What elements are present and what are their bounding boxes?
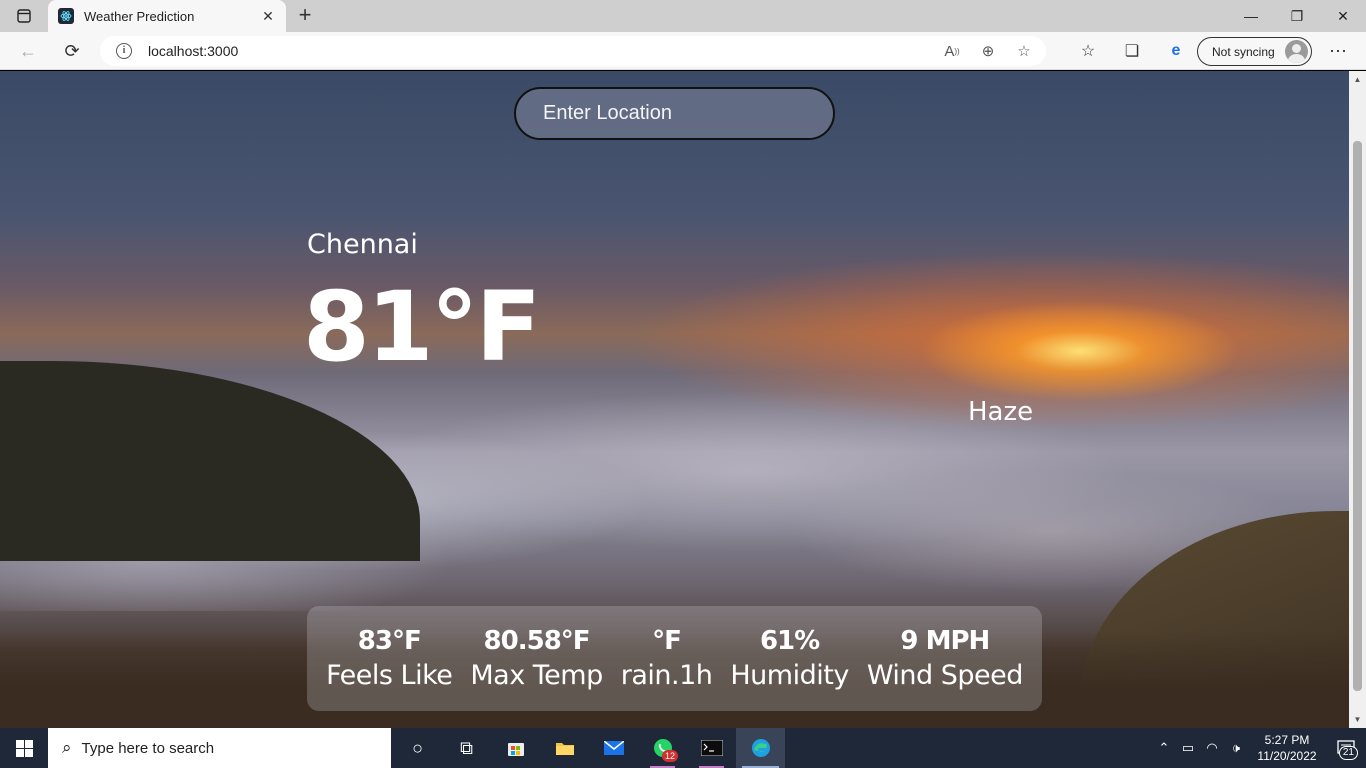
- add-favorite-icon[interactable]: ☆: [1010, 37, 1038, 65]
- city-name: Chennai: [307, 229, 418, 260]
- clock[interactable]: 5:27 PM 11/20/2022: [1248, 732, 1326, 764]
- tab-close-icon[interactable]: ✕: [260, 8, 276, 25]
- restore-button[interactable]: ❐: [1274, 0, 1320, 32]
- stat-label: rain.1h: [620, 660, 713, 691]
- browser-tab-bar: Weather Prediction ✕ + — ❐ ✕: [0, 0, 1366, 32]
- profile-sync-button[interactable]: Not syncing: [1197, 37, 1312, 66]
- stat-feels-like: 83°F Feels Like: [317, 626, 461, 691]
- show-hidden-icons-icon[interactable]: ⌃: [1152, 740, 1176, 756]
- ie-mode-icon[interactable]: e: [1154, 38, 1198, 64]
- current-temperature: 81°F: [303, 271, 541, 383]
- favorites-icon[interactable]: ☆: [1066, 38, 1110, 64]
- more-options-icon[interactable]: ⋯: [1325, 38, 1351, 64]
- read-aloud-icon[interactable]: A)): [938, 37, 966, 65]
- browser-toolbar: ← ⟳ i localhost:3000 A)) ⊕ ☆ ☆ ❏ e Not s…: [0, 32, 1366, 70]
- tab-weather-prediction[interactable]: Weather Prediction ✕: [48, 0, 286, 32]
- stat-value: 61%: [759, 626, 820, 656]
- scroll-up-icon[interactable]: ▲: [1353, 75, 1362, 84]
- back-button[interactable]: ←: [14, 38, 42, 64]
- stat-rain: °F rain.1h: [612, 626, 722, 691]
- clock-date: 11/20/2022: [1257, 749, 1317, 763]
- zoom-icon[interactable]: ⊕: [974, 37, 1002, 65]
- stat-label: Humidity: [730, 660, 849, 691]
- profile-avatar-icon: [1285, 40, 1308, 63]
- start-button[interactable]: [0, 728, 48, 768]
- taskbar-search-placeholder: Type here to search: [81, 739, 215, 757]
- stat-value: °F: [652, 626, 682, 656]
- weather-description: Haze: [968, 397, 1034, 427]
- stat-label: Feels Like: [326, 660, 453, 691]
- minimize-button[interactable]: —: [1228, 0, 1274, 32]
- battery-icon[interactable]: ▭: [1176, 740, 1200, 756]
- mail-icon[interactable]: [589, 728, 638, 768]
- microsoft-store-icon[interactable]: [491, 728, 540, 768]
- sync-label: Not syncing: [1212, 44, 1275, 59]
- volume-icon[interactable]: 🕩: [1224, 740, 1248, 756]
- stat-wind-speed: 9 MPH Wind Speed: [858, 626, 1032, 691]
- stat-max-temp: 80.58°F Max Temp: [461, 626, 611, 691]
- react-favicon-icon: [58, 8, 74, 24]
- clock-time: 5:27 PM: [1264, 733, 1310, 747]
- system-tray: ⌃ ▭ ◠ 🕩 5:27 PM 11/20/2022 21: [1152, 728, 1366, 768]
- address-bar[interactable]: i localhost:3000 A)) ⊕ ☆: [100, 36, 1046, 66]
- page-scrollbar[interactable]: ▲ ▼: [1349, 71, 1366, 728]
- new-tab-button[interactable]: +: [292, 4, 318, 28]
- weather-stats-panel: 83°F Feels Like 80.58°F Max Temp °F rain…: [307, 606, 1042, 711]
- collections-icon[interactable]: ❏: [1110, 38, 1154, 64]
- notification-count-badge: 21: [1338, 746, 1358, 760]
- scrollbar-thumb[interactable]: [1353, 141, 1362, 691]
- location-search-input[interactable]: [514, 87, 835, 140]
- window-close-button[interactable]: ✕: [1320, 0, 1366, 32]
- stat-value: 83°F: [357, 626, 422, 656]
- search-icon: ⌕: [62, 738, 72, 757]
- stat-value: 80.58°F: [483, 626, 591, 656]
- edge-browser-icon[interactable]: [736, 728, 785, 768]
- url-text[interactable]: localhost:3000: [148, 43, 938, 59]
- tab-actions-icon: [17, 9, 31, 23]
- wifi-icon[interactable]: ◠: [1200, 740, 1224, 756]
- stat-label: Wind Speed: [866, 660, 1024, 691]
- stat-value: 9 MPH: [900, 626, 990, 656]
- stat-humidity: 61% Humidity: [721, 626, 857, 691]
- whatsapp-icon[interactable]: 12: [638, 728, 687, 768]
- site-info-icon[interactable]: i: [116, 43, 132, 59]
- task-view-icon[interactable]: ⧉: [442, 728, 491, 768]
- terminal-icon[interactable]: [687, 728, 736, 768]
- tab-title: Weather Prediction: [84, 8, 195, 24]
- file-explorer-icon[interactable]: [540, 728, 589, 768]
- taskbar-search-box[interactable]: ⌕ Type here to search: [48, 728, 391, 768]
- stat-label: Max Temp: [470, 660, 603, 691]
- whatsapp-badge: 12: [661, 750, 678, 762]
- refresh-button[interactable]: ⟳: [58, 38, 86, 64]
- weather-page: Chennai 81°F Haze 83°F Feels Like 80.58°…: [0, 71, 1349, 728]
- cortana-icon[interactable]: ○: [393, 728, 442, 768]
- tab-actions-button[interactable]: [8, 4, 40, 28]
- scroll-down-icon[interactable]: ▼: [1353, 715, 1362, 724]
- windows-taskbar: ⌕ Type here to search ○ ⧉ 12 ⌃ ▭ ◠ 🕩 5:2: [0, 728, 1366, 768]
- windows-logo-icon: [15, 739, 33, 757]
- notification-center-icon[interactable]: 21: [1326, 728, 1366, 768]
